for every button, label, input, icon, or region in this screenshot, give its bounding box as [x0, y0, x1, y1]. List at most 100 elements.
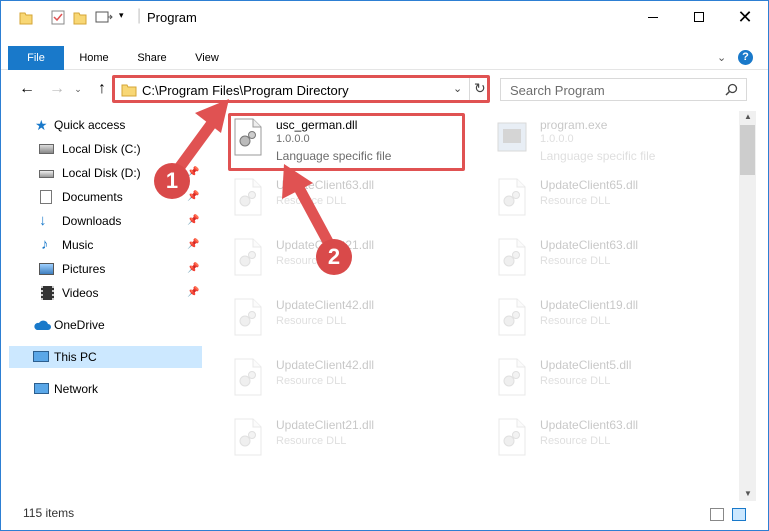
file-description: Resource DLL [540, 435, 611, 447]
search-input[interactable]: Search Program [510, 83, 605, 98]
nav-label: Documents [62, 190, 123, 204]
pin-icon[interactable]: 📌 [187, 282, 199, 304]
file-description: Language specific file [540, 149, 656, 163]
file-name: UpdateClient42.dll [276, 298, 375, 312]
properties-icon[interactable] [51, 9, 65, 25]
pictures-icon [39, 263, 54, 275]
nav-label: Pictures [62, 262, 106, 276]
dll-file-icon [234, 358, 262, 396]
step-badge-two: 2 [316, 239, 352, 275]
nav-item-downloads[interactable]: ↓ Downloads 📌 [1, 210, 202, 232]
file-item[interactable]: UpdateClient42.dll Resource DLL [213, 351, 453, 401]
back-button[interactable]: ← [18, 80, 36, 98]
search-icon[interactable] [725, 83, 738, 96]
forward-button[interactable]: → [48, 80, 66, 98]
nav-item-videos[interactable]: Videos 📌 [1, 282, 202, 304]
dll-file-icon [234, 178, 262, 216]
file-item[interactable]: UpdateClient42.dll Resource DLL [213, 291, 453, 341]
nav-network[interactable]: Network [1, 378, 202, 400]
tab-share[interactable]: Share [129, 46, 175, 70]
drive-icon [39, 170, 54, 178]
help-icon[interactable]: ? [738, 50, 753, 65]
ribbon-tabs: File Home Share View ⌄ ? [1, 46, 768, 70]
file-item[interactable]: UpdateClient63.dll Resource DLL [213, 171, 453, 221]
dll-file-icon [498, 358, 526, 396]
file-description: Resource DLL [276, 195, 347, 207]
new-folder-icon[interactable] [73, 9, 87, 25]
nav-item-music[interactable]: ♪ Music 📌 [1, 234, 202, 256]
tab-home[interactable]: Home [71, 46, 117, 70]
file-name: UpdateClient63.dll [540, 418, 639, 432]
step-badge-one: 1 [154, 163, 190, 199]
file-name: UpdateClient65.dll [540, 178, 639, 192]
nav-label: Local Disk (C:) [62, 142, 141, 156]
videos-icon [41, 286, 54, 300]
cloud-icon [34, 320, 51, 330]
customize-qat-icon[interactable] [95, 9, 113, 25]
file-description: Resource DLL [540, 195, 611, 207]
star-icon: ★ [35, 117, 48, 133]
nav-item-pictures[interactable]: Pictures 📌 [1, 258, 202, 280]
file-item[interactable]: UpdateClient63.dll Resource DLL [477, 411, 717, 461]
nav-quick-access[interactable]: ★ Quick access [1, 114, 202, 136]
title-separator: | [137, 7, 142, 24]
file-name: UpdateClient63.dll [540, 238, 639, 252]
chevron-down-icon[interactable]: ▾ [119, 10, 124, 21]
nav-this-pc[interactable]: This PC [9, 346, 202, 368]
nav-label: Local Disk (D:) [62, 166, 141, 180]
address-highlight-box [112, 75, 490, 103]
documents-icon [40, 190, 52, 204]
up-button[interactable]: ↑ [93, 80, 111, 98]
tab-file[interactable]: File [8, 46, 64, 70]
recent-locations-chevron-icon[interactable]: ⌄ [69, 80, 87, 98]
nav-label: This PC [54, 350, 97, 364]
scroll-up-icon[interactable]: ▲ [744, 112, 752, 121]
file-name: UpdateClient19.dll [540, 298, 639, 312]
details-view-icon[interactable] [710, 508, 724, 521]
folder-icon[interactable] [19, 9, 33, 25]
file-item[interactable]: UpdateClient65.dll Resource DLL [477, 171, 717, 221]
nav-label: Videos [62, 286, 99, 300]
dll-file-icon [234, 418, 262, 456]
pin-icon[interactable]: 📌 [187, 210, 199, 232]
file-version: 1.0.0.0 [540, 133, 574, 145]
file-description: Resource DLL [540, 255, 611, 267]
expand-ribbon-icon[interactable]: ⌄ [717, 51, 726, 64]
file-item[interactable]: UpdateClient5.dll Resource DLL [477, 351, 717, 401]
maximize-button[interactable] [676, 1, 722, 33]
scrollbar-thumb[interactable] [740, 125, 755, 175]
nav-onedrive[interactable]: OneDrive [1, 314, 202, 336]
pin-icon[interactable]: 📌 [187, 258, 199, 280]
large-icons-view-icon[interactable] [732, 508, 746, 521]
nav-label: Network [54, 382, 99, 396]
file-name: UpdateClient42.dll [276, 358, 375, 372]
tab-view[interactable]: View [187, 46, 227, 70]
dll-file-icon [498, 238, 526, 276]
file-name: program.exe [540, 118, 608, 132]
file-highlight-box [228, 113, 465, 171]
file-item[interactable]: program.exe 1.0.0.0 Language specific file [477, 111, 717, 163]
explorer-window: ▾ | Program ✕ File Home Share View ⌄ ? ←… [0, 0, 769, 531]
dll-file-icon [498, 418, 526, 456]
dll-file-icon [498, 298, 526, 336]
file-item[interactable]: UpdateClient21.dll Resource DLL [213, 411, 453, 461]
search-box[interactable]: Search Program [500, 78, 747, 101]
pin-icon[interactable]: 📌 [187, 234, 199, 256]
status-bar: 115 items [1, 502, 768, 530]
nav-item-local-disk-c[interactable]: Local Disk (C:) [1, 138, 202, 160]
file-name: UpdateClient63.dll [276, 178, 375, 192]
computer-icon [33, 351, 49, 362]
music-note-icon: ♪ [41, 236, 49, 253]
pin-icon[interactable]: 📌 [187, 186, 199, 208]
vertical-scrollbar[interactable]: ▲ ▼ [739, 111, 756, 501]
file-description: Resource DLL [276, 315, 347, 327]
file-description: Resource DLL [276, 435, 347, 447]
file-name: UpdateClient21.dll [276, 418, 375, 432]
minimize-button[interactable] [630, 1, 676, 33]
file-item[interactable]: UpdateClient63.dll Resource DLL [477, 231, 717, 281]
scroll-down-icon[interactable]: ▼ [744, 489, 752, 498]
item-count: 115 items [23, 506, 75, 520]
close-button[interactable]: ✕ [722, 1, 768, 33]
file-item[interactable]: UpdateClient19.dll Resource DLL [477, 291, 717, 341]
network-icon [34, 383, 49, 394]
